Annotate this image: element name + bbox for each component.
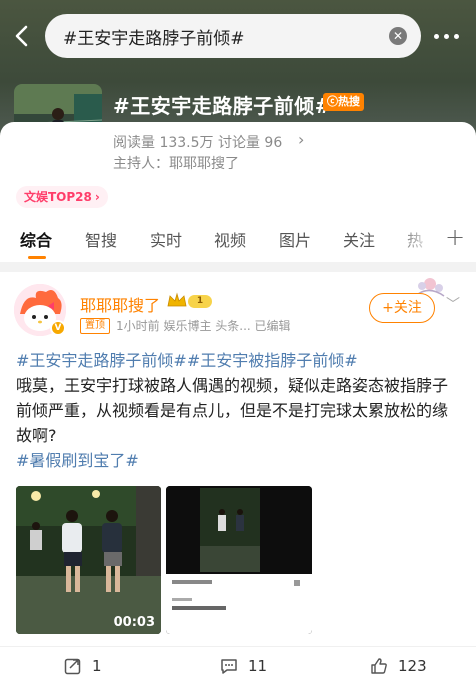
more-dots-icon[interactable] [434,28,464,44]
tab-images[interactable]: 图片 [279,227,311,251]
author-name[interactable]: 耶耶耶搜了 [80,292,160,316]
tab-video[interactable]: 视频 [214,227,246,251]
search-query-text: #王安宇走路脖子前倾# [63,28,245,49]
thumbs-up-icon [371,658,387,674]
verified-icon: V [50,320,66,336]
comment-icon [221,659,237,674]
post-text: #王安宇走路脖子前倾##王安宇被指脖子前倾# 哦莫，王安宇打球被路人偶遇的视频，… [16,348,462,473]
topic-title: #王安宇走路脖子前倾# [113,94,333,118]
tab-comprehensive[interactable]: 综合 [20,227,52,251]
action-bar: 1 11 123 [0,646,476,690]
crown-icon [167,292,187,307]
hot-icon: ⓒ [327,95,338,108]
add-tab-icon[interactable]: + [445,223,465,251]
post-image[interactable] [166,486,312,634]
chevron-down-icon[interactable]: ﹀ [446,294,460,314]
back-chevron-icon [15,25,28,47]
level-badge: 1 [188,295,212,308]
post-meta: 1小时前 娱乐博主 头条... 已编辑 [116,319,291,333]
topic-host[interactable]: 主持人：耶耶耶搜了 [113,153,239,173]
follow-button[interactable]: +关注 [369,293,435,323]
post-hashtags[interactable]: #王安宇走路脖子前倾##王安宇被指脖子前倾# [16,348,462,373]
active-tab-indicator [28,256,46,259]
topic-info-card: 阅读量 133.5万 讨论量 96 › 主持人：耶耶耶搜了 文娱TOP28 › 综… [0,122,476,262]
share-icon [64,658,81,675]
post-hashtag-bottom[interactable]: #暑假刷到宝了# [16,448,462,473]
repost-button[interactable]: 1 [64,657,102,675]
chevron-right-icon: › [94,190,100,204]
video-thumbnail[interactable]: 00:03 [16,486,161,634]
hot-search-badge: ⓒ热搜 [323,93,364,111]
chevron-right-icon[interactable]: › [298,130,304,149]
like-button[interactable]: 123 [370,657,427,675]
comment-button[interactable]: 11 [220,657,267,675]
tab-bar: 综合 智搜 实时 视频 图片 关注 热 + [0,223,476,261]
pinned-tag: 置顶 [80,318,110,334]
search-input[interactable]: #王安宇走路脖子前倾# ✕ [45,14,421,58]
post-body-text: 哦莫，王安宇打球被路人偶遇的视频，疑似走路姿态被指脖子前倾严重，从视频看是有点儿… [16,376,449,445]
back-button[interactable] [8,22,36,50]
topic-stats: 阅读量 133.5万 讨论量 96 [113,135,283,151]
post-card: V 耶耶耶搜了 1 置顶 1小时前 娱乐博主 头条... 已编辑 +关注 ﹀ #… [0,272,476,690]
tab-following[interactable]: 关注 [343,227,375,251]
video-duration: 00:03 [113,615,155,630]
section-divider [0,262,476,272]
close-circle-icon[interactable]: ✕ [389,27,407,45]
tab-realtime[interactable]: 实时 [150,227,182,251]
rank-badge[interactable]: 文娱TOP28 › [16,186,108,208]
tab-smart-search[interactable]: 智搜 [85,227,117,251]
